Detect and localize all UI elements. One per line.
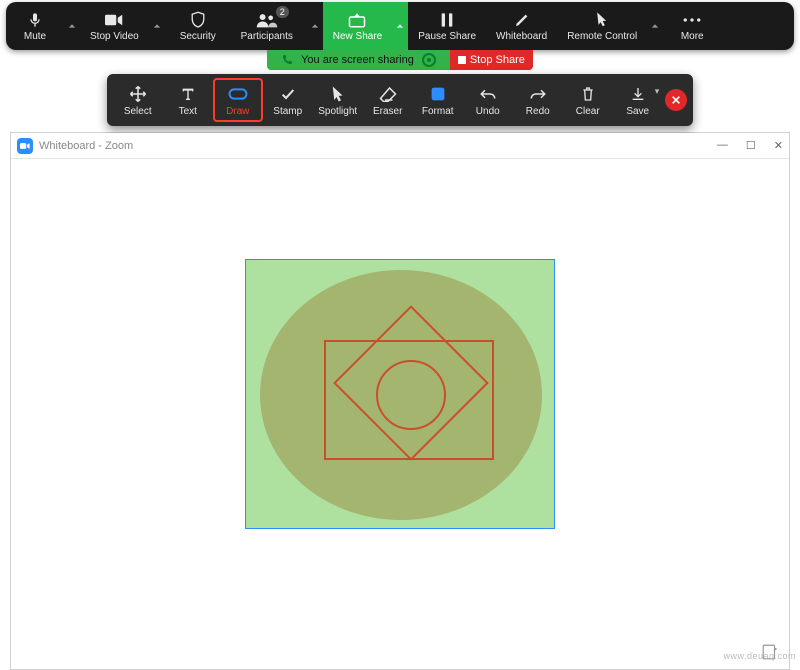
participants-icon	[256, 11, 278, 29]
window-close-button[interactable]: ✕	[774, 139, 783, 152]
close-icon	[671, 95, 681, 105]
participants-button[interactable]: 2 Participants	[227, 2, 307, 50]
select-tool[interactable]: Select	[113, 78, 163, 122]
participants-caret[interactable]	[307, 2, 323, 50]
draw-shape-icon	[228, 84, 248, 104]
clear-label: Clear	[576, 106, 600, 117]
status-dot-icon	[422, 53, 436, 67]
ellipsis-icon	[683, 11, 701, 29]
participants-label: Participants	[241, 31, 293, 42]
format-label: Format	[422, 106, 454, 117]
remote-control-label: Remote Control	[567, 31, 637, 42]
stamp-tool[interactable]: Stamp	[263, 78, 313, 122]
move-icon	[129, 84, 147, 104]
shield-icon	[190, 11, 206, 29]
spotlight-label: Spotlight	[318, 106, 357, 117]
eraser-icon	[379, 84, 397, 104]
select-label: Select	[124, 106, 152, 117]
annotation-toolbar: Select Text Draw Stamp Spotlight	[107, 74, 694, 126]
remote-control-button[interactable]: Remote Control	[557, 2, 647, 50]
save-label: Save	[626, 106, 649, 117]
undo-tool[interactable]: Undo	[463, 78, 513, 122]
download-icon	[630, 84, 646, 104]
meeting-toolbar: Mute Stop Video Security 2 Participants …	[6, 2, 794, 50]
mute-button[interactable]: Mute	[6, 2, 64, 50]
spotlight-tool[interactable]: Spotlight	[313, 78, 363, 122]
check-icon	[280, 84, 296, 104]
clear-tool[interactable]: Clear	[563, 78, 613, 122]
undo-label: Undo	[476, 106, 500, 117]
mute-label: Mute	[24, 31, 46, 42]
window-maximize-button[interactable]: ☐	[746, 139, 756, 152]
stop-video-button[interactable]: Stop Video	[80, 2, 149, 50]
whiteboard-canvas[interactable]	[11, 159, 789, 669]
remote-control-caret[interactable]	[647, 2, 663, 50]
text-icon	[180, 84, 196, 104]
sharing-status-text: You are screen sharing	[301, 54, 414, 66]
pause-share-label: Pause Share	[418, 31, 476, 42]
participants-count-badge: 2	[276, 6, 289, 18]
redo-label: Redo	[526, 106, 550, 117]
share-up-icon	[348, 11, 366, 29]
security-label: Security	[180, 31, 216, 42]
stop-share-button[interactable]: Stop Share	[450, 50, 533, 70]
trash-icon	[581, 84, 595, 104]
stop-video-label: Stop Video	[90, 31, 139, 42]
sharing-status: You are screen sharing	[267, 50, 450, 70]
redo-tool[interactable]: Redo	[513, 78, 563, 122]
text-tool[interactable]: Text	[163, 78, 213, 122]
microphone-icon	[27, 11, 43, 29]
spotlight-icon	[330, 84, 346, 104]
eraser-label: Eraser	[373, 106, 402, 117]
mute-caret[interactable]	[64, 2, 80, 50]
pause-icon	[440, 11, 454, 29]
cursor-icon	[595, 11, 609, 29]
whiteboard-label: Whiteboard	[496, 31, 547, 42]
video-caret[interactable]	[149, 2, 165, 50]
format-color-icon	[430, 84, 446, 104]
drawing-selection[interactable]	[245, 259, 555, 529]
new-share-label: New Share	[333, 31, 382, 42]
security-button[interactable]: Security	[169, 2, 227, 50]
undo-icon	[479, 84, 497, 104]
more-button[interactable]: More	[663, 2, 721, 50]
stamp-label: Stamp	[273, 106, 302, 117]
new-share-caret[interactable]	[392, 2, 408, 50]
text-label: Text	[179, 106, 197, 117]
stop-icon	[458, 56, 466, 64]
close-annotation-button[interactable]	[665, 89, 687, 111]
new-share-button[interactable]: New Share	[323, 2, 392, 50]
draw-tool[interactable]: Draw	[213, 78, 263, 122]
eraser-tool[interactable]: Eraser	[363, 78, 413, 122]
window-titlebar[interactable]: Whiteboard - Zoom — ☐ ✕	[11, 133, 789, 159]
share-status-bar: You are screen sharing Stop Share	[0, 50, 800, 70]
phone-icon	[281, 54, 293, 66]
draw-label: Draw	[226, 106, 249, 117]
zoom-app-icon	[17, 138, 33, 154]
format-tool[interactable]: Format	[413, 78, 463, 122]
whiteboard-button[interactable]: Whiteboard	[486, 2, 557, 50]
save-caret-icon[interactable]: ▾	[655, 86, 660, 97]
video-icon	[105, 11, 123, 29]
window-minimize-button[interactable]: —	[717, 139, 728, 152]
pause-share-button[interactable]: Pause Share	[408, 2, 486, 50]
redo-icon	[529, 84, 547, 104]
window-title: Whiteboard - Zoom	[39, 140, 133, 152]
stop-share-label: Stop Share	[470, 54, 525, 66]
more-label: More	[681, 31, 704, 42]
drawn-circle[interactable]	[376, 360, 446, 430]
whiteboard-window: Whiteboard - Zoom — ☐ ✕	[10, 132, 790, 670]
pencil-icon	[514, 11, 530, 29]
